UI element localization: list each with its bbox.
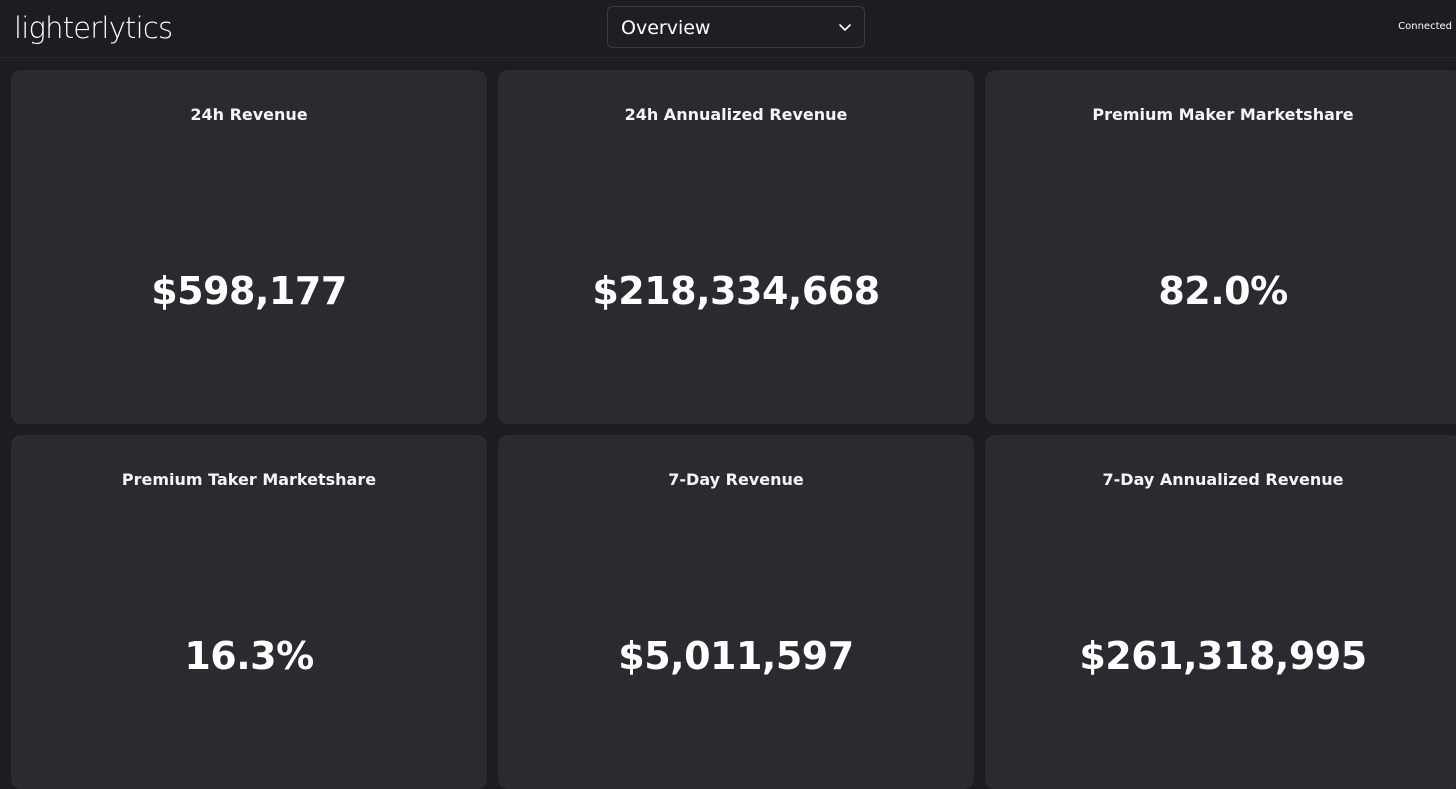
metric-card-7day-revenue: 7-Day Revenue $5,011,597: [498, 435, 974, 789]
metric-card-7day-annualized-revenue: 7-Day Annualized Revenue $261,318,995: [985, 435, 1456, 789]
view-select-value: Overview: [621, 17, 711, 39]
top-bar: lighterlytics Overview Connected: [0, 0, 1456, 58]
chevron-down-icon: [839, 24, 851, 31]
connection-status: Connected: [1398, 21, 1452, 32]
app-logo[interactable]: lighterlytics: [14, 10, 173, 46]
view-select-dropdown[interactable]: Overview: [607, 6, 865, 48]
metric-title: 24h Annualized Revenue: [624, 105, 848, 124]
metric-card-24h-revenue: 24h Revenue $598,177: [11, 70, 487, 424]
metric-value: 16.3%: [184, 634, 314, 678]
metric-card-premium-taker-marketshare: Premium Taker Marketshare 16.3%: [11, 435, 487, 789]
metric-value: 82.0%: [1158, 269, 1288, 313]
metric-value: $261,318,995: [1079, 634, 1367, 678]
metric-value: $5,011,597: [618, 634, 854, 678]
metric-card-24h-annualized-revenue: 24h Annualized Revenue $218,334,668: [498, 70, 974, 424]
metrics-grid: 24h Revenue $598,177 24h Annualized Reve…: [11, 70, 1456, 789]
metric-title: 7-Day Annualized Revenue: [1102, 470, 1344, 489]
metric-title: Premium Maker Marketshare: [1092, 105, 1354, 124]
metric-value: $218,334,668: [592, 269, 880, 313]
metric-title: Premium Taker Marketshare: [121, 470, 377, 489]
metric-title: 24h Revenue: [190, 105, 308, 124]
metric-card-premium-maker-marketshare: Premium Maker Marketshare 82.0%: [985, 70, 1456, 424]
metric-value: $598,177: [151, 269, 347, 313]
metric-title: 7-Day Revenue: [668, 470, 804, 489]
